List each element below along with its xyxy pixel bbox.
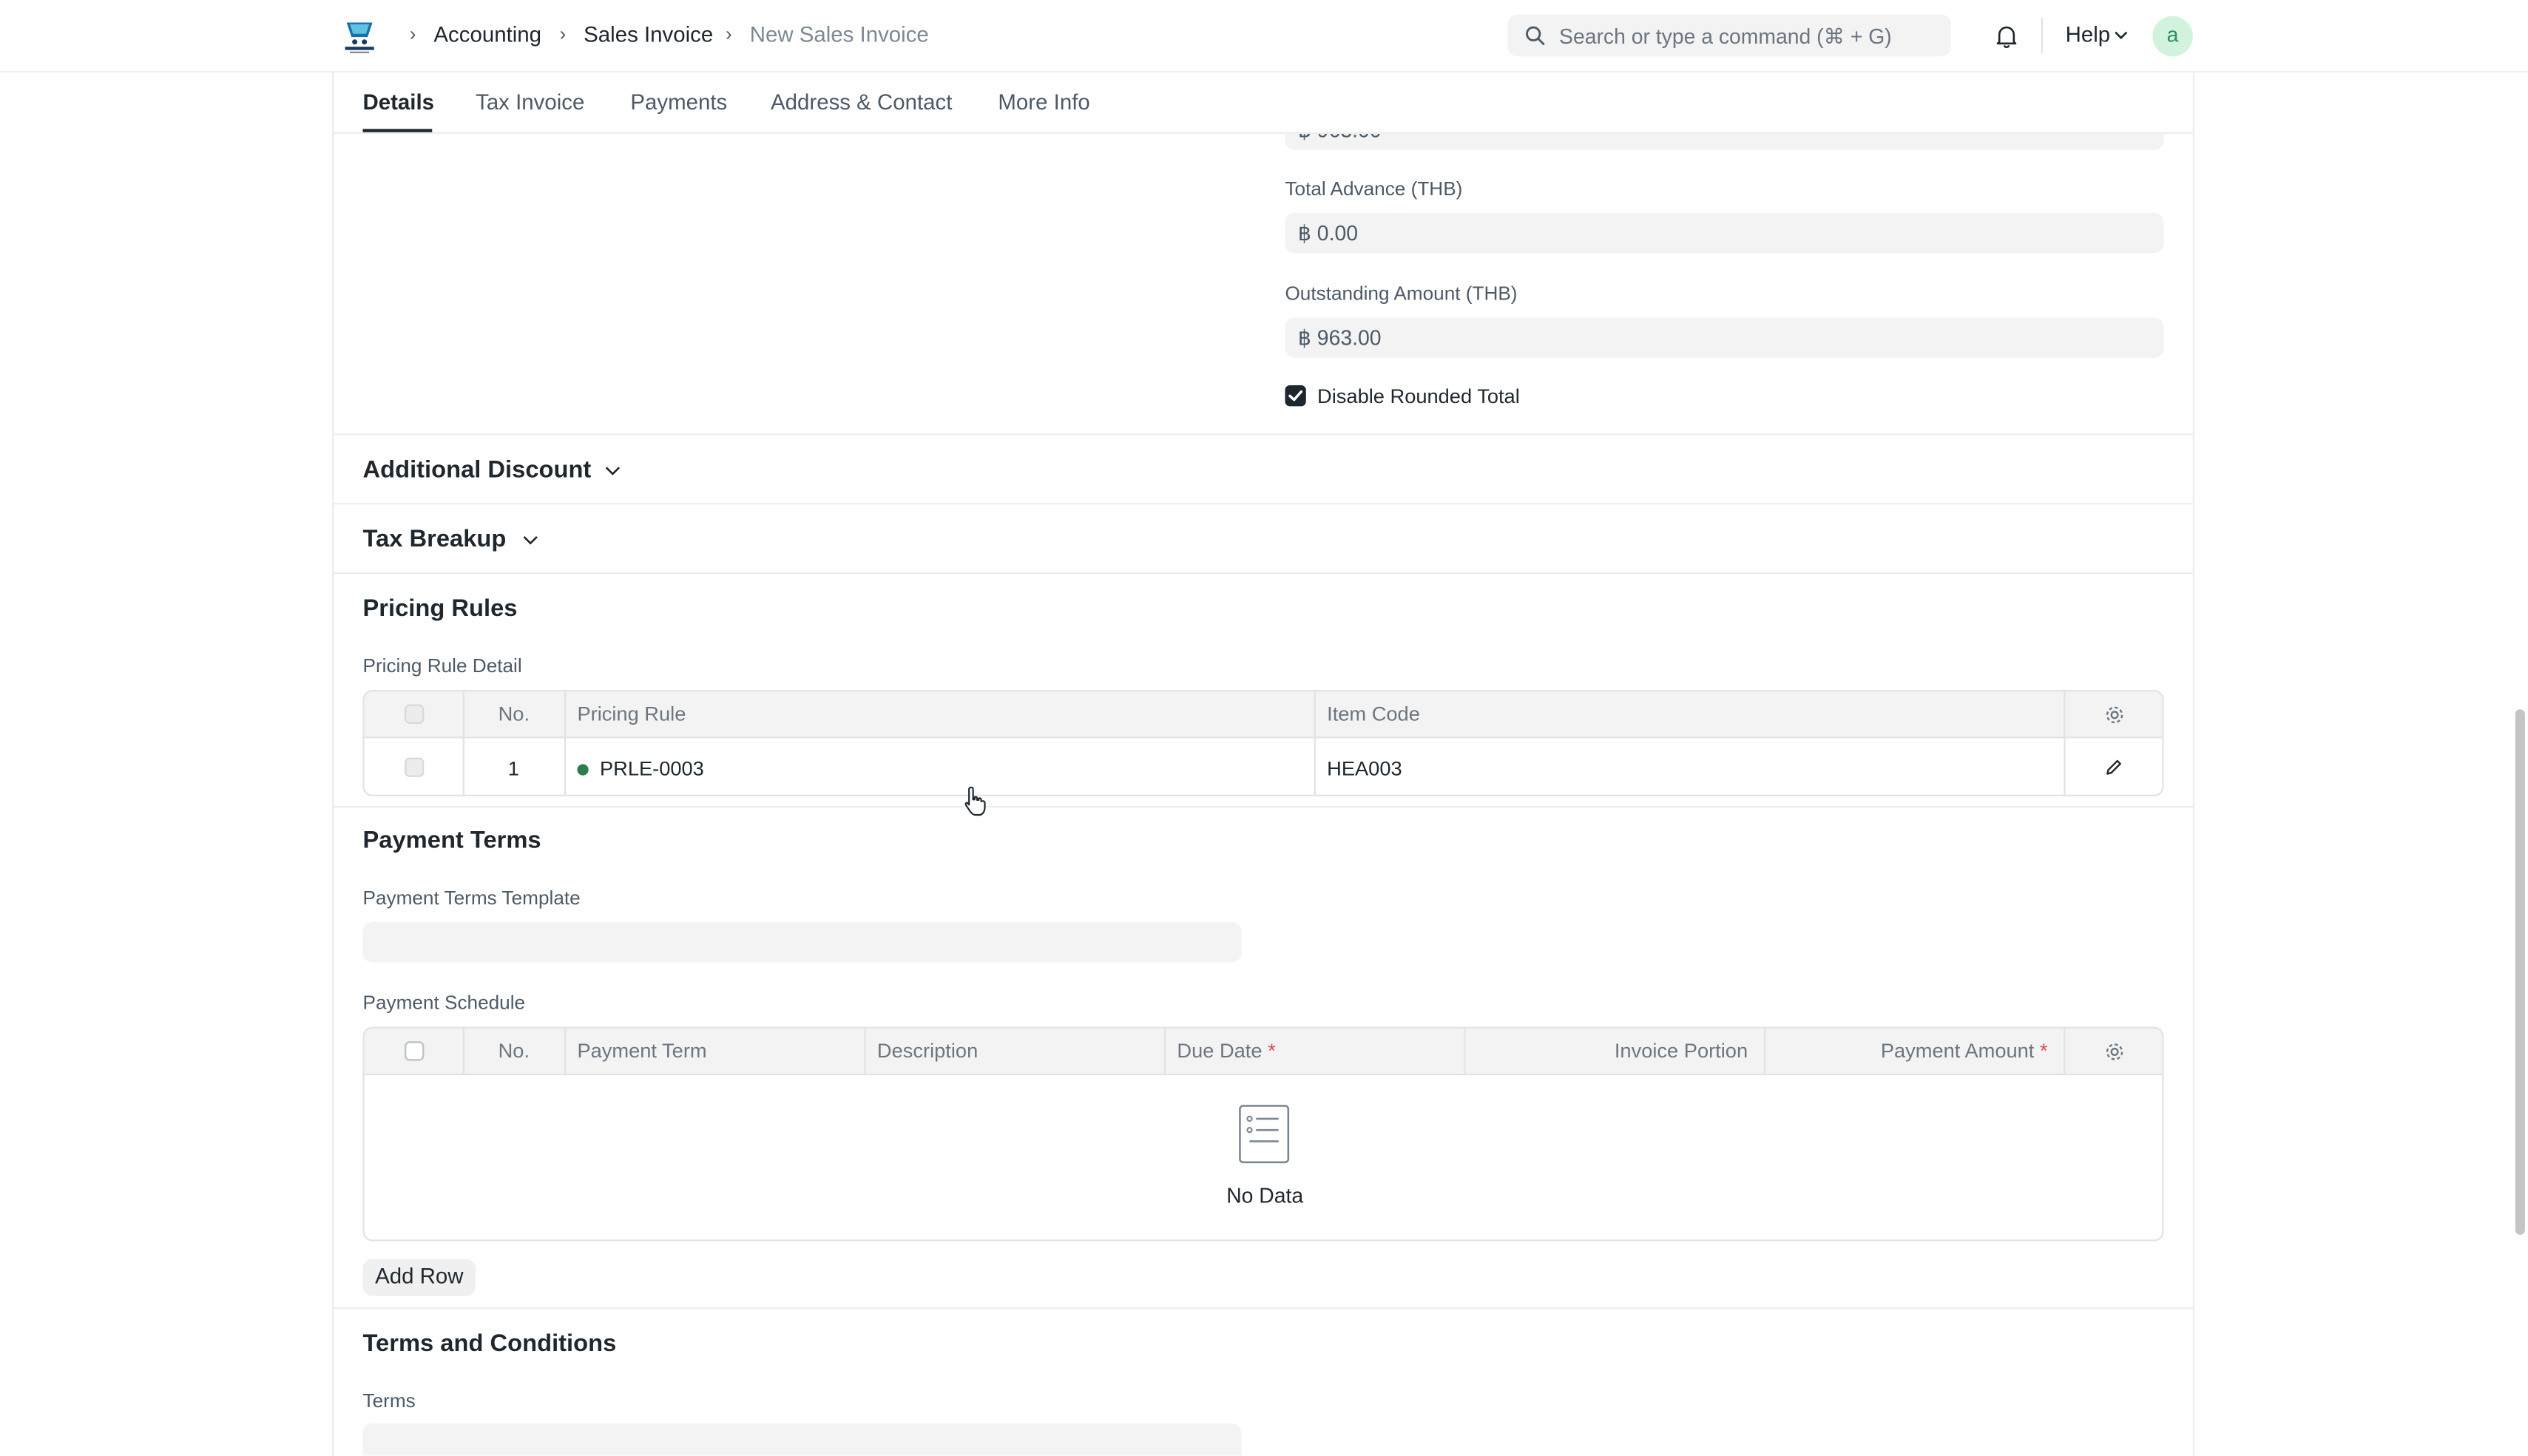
- gear-icon[interactable]: [2104, 1041, 2125, 1062]
- pricing-rule-detail-table: No. Pricing Rule Item Code 1 PRLE-0003 H…: [362, 690, 2164, 796]
- payment-terms-template-label: Payment Terms Template: [362, 887, 581, 910]
- form-tabs: Details Tax Invoice Payments Address & C…: [332, 72, 2194, 134]
- column-header-pricing-rule: Pricing Rule: [577, 702, 686, 725]
- column-divider: [1314, 691, 1316, 795]
- column-divider: [462, 1028, 464, 1076]
- pricing-rule-detail-label: Pricing Rule Detail: [362, 654, 522, 677]
- active-tab-indicator: [362, 129, 433, 132]
- column-header-item-code: Item Code: [1327, 702, 1420, 725]
- tab-details[interactable]: Details: [363, 90, 435, 115]
- status-indicator: [577, 764, 589, 776]
- terms-label: Terms: [362, 1389, 416, 1412]
- navbar-divider: [2041, 17, 2044, 53]
- company-logo-icon[interactable]: [342, 18, 377, 56]
- column-divider: [864, 1028, 866, 1076]
- user-avatar[interactable]: a: [2152, 16, 2193, 57]
- tab-payments[interactable]: Payments: [630, 90, 727, 115]
- select-all-checkbox[interactable]: [405, 1041, 425, 1061]
- column-divider: [2064, 1028, 2066, 1076]
- column-header-no: No.: [498, 702, 530, 725]
- column-header-invoice-portion: Invoice Portion: [1614, 1040, 1748, 1063]
- tax-breakup-section-title[interactable]: Tax Breakup: [363, 526, 507, 553]
- section-divider: [332, 433, 2194, 436]
- column-divider: [564, 691, 567, 795]
- select-all-checkbox[interactable]: [405, 704, 425, 724]
- terms-input[interactable]: [362, 1423, 1242, 1456]
- tab-more-info[interactable]: More Info: [998, 90, 1089, 115]
- column-divider: [2064, 691, 2066, 795]
- disable-rounded-total-checkbox[interactable]: [1285, 385, 1306, 407]
- column-divider: [564, 1028, 567, 1076]
- total-advance-label: Total Advance (THB): [1285, 177, 1463, 200]
- outstanding-amount-label: Outstanding Amount (THB): [1285, 282, 1518, 305]
- item-code-cell[interactable]: HEA003: [1327, 758, 1402, 781]
- row-number: 1: [507, 757, 519, 781]
- column-header-payment-term: Payment Term: [577, 1040, 707, 1063]
- column-divider: [1464, 1028, 1466, 1076]
- search-input[interactable]: [1559, 14, 1939, 57]
- section-divider: [332, 572, 2194, 575]
- column-header-payment-amount: Payment Amount *: [1880, 1040, 2048, 1063]
- search-bar[interactable]: [1507, 14, 1951, 57]
- section-divider: [332, 806, 2194, 808]
- bell-icon[interactable]: [1995, 24, 2019, 49]
- empty-state-text: No Data: [1226, 1183, 1304, 1208]
- page-scrollbar-thumb[interactable]: [2515, 709, 2525, 1235]
- empty-list-icon: [1239, 1105, 1290, 1164]
- chevron-down-icon[interactable]: [605, 466, 621, 475]
- hand-cursor-icon: [964, 786, 986, 816]
- app-window: › Accounting › Sales Invoice › New Sales…: [0, 0, 2528, 1456]
- payment-terms-template-input[interactable]: [362, 921, 1242, 963]
- section-divider: [332, 503, 2194, 505]
- payment-schedule-label: Payment Schedule: [362, 991, 526, 1015]
- breadcrumb-new-sales-invoice[interactable]: New Sales Invoice: [750, 23, 929, 47]
- breadcrumb-sales-invoice[interactable]: Sales Invoice: [584, 23, 713, 47]
- terms-conditions-section-title: Terms and Conditions: [362, 1330, 617, 1358]
- chevron-down-icon[interactable]: [2114, 30, 2129, 40]
- section-divider: [332, 1307, 2194, 1310]
- total-advance-field: ฿ 0.00: [1285, 212, 2164, 254]
- check-icon: [1288, 390, 1303, 402]
- search-icon: [1526, 26, 1545, 45]
- edit-pencil-icon[interactable]: [2104, 758, 2123, 777]
- additional-discount-section-title[interactable]: Additional Discount: [363, 456, 592, 484]
- payment-terms-section-title: Payment Terms: [362, 827, 541, 855]
- chevron-right-icon: ›: [726, 22, 732, 46]
- payment-schedule-table: No. Payment Term Description Due Date * …: [362, 1026, 2164, 1242]
- column-divider: [1163, 1028, 1166, 1076]
- chevron-right-icon: ›: [559, 22, 567, 46]
- chevron-right-icon: ›: [409, 22, 416, 46]
- column-divider: [1763, 1028, 1766, 1076]
- top-navbar: › Accounting › Sales Invoice › New Sales…: [0, 0, 2528, 73]
- required-marker: *: [2039, 1040, 2048, 1063]
- column-divider: [462, 691, 464, 795]
- row-checkbox[interactable]: [405, 757, 425, 777]
- disable-rounded-total-label[interactable]: Disable Rounded Total: [1317, 385, 1520, 408]
- column-header-due-date: Due Date *: [1177, 1040, 1276, 1063]
- add-row-button[interactable]: Add Row: [362, 1259, 476, 1296]
- gear-icon[interactable]: [2104, 705, 2125, 725]
- pricing-rules-section-title: Pricing Rules: [362, 595, 518, 623]
- tab-address-contact[interactable]: Address & Contact: [771, 90, 952, 115]
- breadcrumb-accounting[interactable]: Accounting: [433, 23, 541, 47]
- chevron-down-icon[interactable]: [522, 535, 538, 545]
- pricing-rule-cell[interactable]: PRLE-0003: [600, 758, 704, 781]
- required-marker: *: [1268, 1040, 1276, 1063]
- column-header-description: Description: [876, 1040, 979, 1063]
- tab-tax-invoice[interactable]: Tax Invoice: [476, 90, 584, 115]
- outstanding-amount-field: ฿ 963.00: [1285, 317, 2164, 358]
- help-menu-button[interactable]: Help: [2066, 23, 2111, 47]
- column-header-no: No.: [498, 1040, 530, 1063]
